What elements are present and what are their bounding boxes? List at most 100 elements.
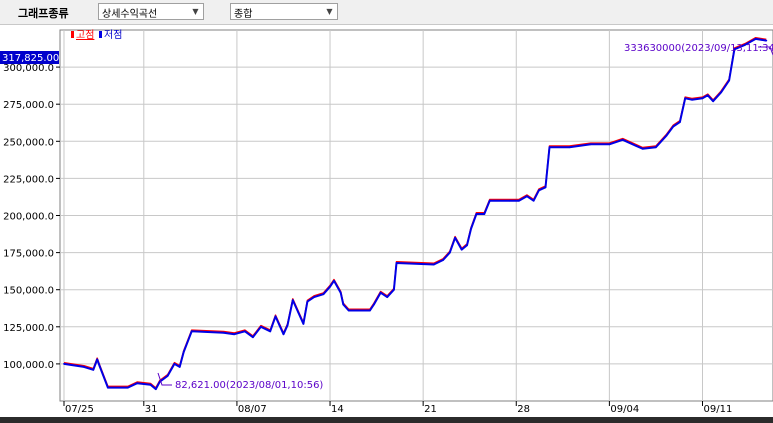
taskbar-strip (0, 417, 773, 423)
series-point (178, 366, 181, 368)
chevron-down-icon[interactable]: ▼ (190, 6, 201, 17)
min-annotation: 82,621.00(2023/08/01,10:56) (175, 380, 323, 391)
scope-select-value: 종합 (234, 9, 253, 20)
series-point (470, 228, 472, 230)
series-point (548, 146, 551, 149)
series-point (532, 199, 535, 202)
series-point (233, 333, 236, 336)
series-point (222, 331, 225, 334)
y-tick-label: 125,000.0 (3, 323, 54, 334)
series-point (190, 330, 193, 333)
series-point (154, 388, 157, 390)
series-point (635, 144, 637, 147)
series-point (252, 336, 254, 339)
series-point (483, 213, 486, 215)
series-point (665, 134, 668, 137)
series-point (621, 138, 624, 141)
series-point (96, 358, 99, 361)
series-point (274, 315, 277, 318)
series-point (379, 291, 382, 294)
x-tick-label: 09/04 (610, 404, 639, 415)
series-point (508, 199, 511, 202)
series-point (544, 186, 547, 189)
series-point (244, 330, 246, 333)
series-point (706, 94, 709, 97)
chart-area[interactable]: 100,000.0 125,000.0 150,000.0 175,000.0 200,… (0, 25, 773, 417)
series-point (373, 303, 375, 306)
series-point (126, 386, 129, 389)
series-point (641, 147, 644, 150)
series-point (329, 285, 331, 288)
series-point (339, 291, 342, 294)
series-point (448, 251, 451, 254)
series-point (589, 143, 592, 146)
chart-type-select[interactable]: 상세수익곡선 ▼ (98, 3, 204, 20)
series-point (432, 263, 435, 266)
graph-type-label: 그래프종류 (18, 7, 69, 20)
high-legend-marker (71, 31, 74, 38)
series-point (99, 366, 101, 368)
series-point (538, 189, 540, 192)
series-point (712, 100, 714, 103)
series-point (83, 366, 85, 368)
y-tick-label: 225,000.0 (3, 174, 54, 185)
y-tick-label: 150,000.0 (3, 286, 54, 297)
series-point (342, 303, 345, 306)
series-point (679, 121, 681, 123)
series-point (720, 91, 722, 94)
x-tick-label: 31 (145, 404, 158, 415)
x-tick-label: 07/25 (65, 404, 94, 415)
series-point (488, 199, 491, 202)
series-point (395, 262, 398, 264)
scope-select[interactable]: 종합 ▼ (230, 3, 338, 20)
series-point (568, 146, 571, 149)
series-point (526, 195, 528, 198)
series-point (297, 311, 299, 313)
chevron-down-icon[interactable]: ▼ (324, 6, 335, 17)
high-legend-label: 고점 (76, 29, 94, 41)
series-point (754, 38, 757, 40)
series-point (475, 213, 478, 215)
series-point (63, 363, 65, 365)
series-point (701, 97, 704, 100)
y-tick-label: 250,000.0 (3, 137, 54, 148)
series-point (136, 382, 139, 385)
series-point (442, 259, 444, 261)
series-point (322, 293, 325, 296)
series-point (655, 146, 657, 149)
series-point (765, 39, 768, 42)
y-tick-label: 100,000.0 (3, 360, 54, 371)
y-tick-label: 200,000.0 (3, 212, 54, 223)
series-point (269, 330, 272, 333)
series-point (386, 296, 389, 298)
series-point (369, 309, 371, 312)
series-point (107, 386, 109, 389)
y-tick-label: 175,000.0 (3, 249, 54, 260)
x-tick-label: 09/11 (703, 404, 732, 415)
x-axis-labels: 07/25 31 08/07 14 21 28 09/04 09/11 (65, 404, 732, 415)
series-point (306, 300, 309, 303)
low-legend-label: 저점 (104, 29, 122, 41)
series-point (302, 322, 305, 325)
y-tick-label: 300,000.0 (3, 63, 54, 74)
x-tick-label: 14 (331, 404, 344, 415)
series-point (92, 368, 95, 371)
max-annotation: 333630000(2023/09/13,11:34) (624, 43, 773, 54)
series-point (291, 299, 294, 301)
x-tick-label: 21 (424, 404, 437, 415)
series-point (166, 374, 169, 377)
low-legend-marker (99, 31, 102, 38)
series-point (393, 288, 395, 291)
series-point (466, 244, 468, 247)
series-point (347, 309, 350, 312)
series-point (608, 143, 611, 146)
series-point (460, 248, 463, 251)
y-axis-labels: 100,000.0 125,000.0 150,000.0 175,000.0 200,… (3, 63, 54, 371)
series-point (173, 363, 176, 365)
chart-type-select-value: 상세수익곡선 (102, 9, 158, 20)
series-point (728, 79, 730, 82)
series-point (684, 97, 687, 100)
equity-curve-chart[interactable]: 100,000.0 125,000.0 150,000.0 175,000.0 200,… (0, 25, 773, 417)
series-point (182, 351, 185, 353)
series-point (149, 383, 152, 386)
